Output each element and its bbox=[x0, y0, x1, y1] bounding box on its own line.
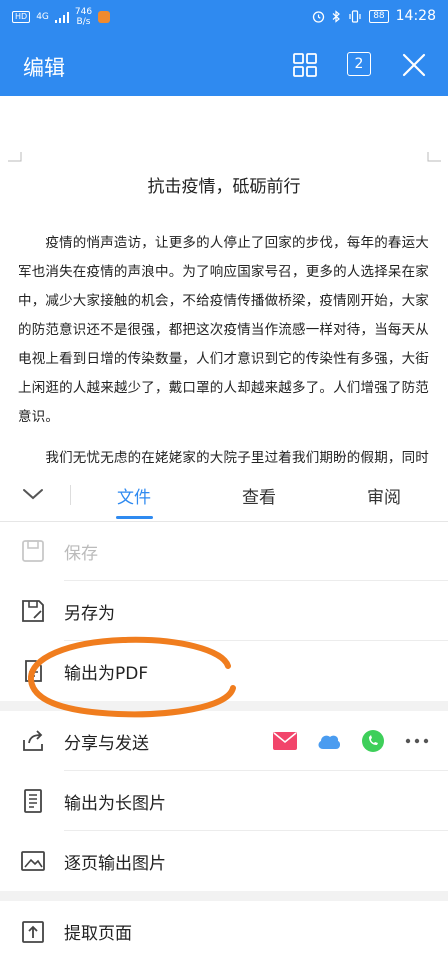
chevron-down-icon[interactable] bbox=[22, 485, 44, 503]
net-speed-unit: B/s bbox=[76, 17, 91, 27]
document-title: 抗击疫情，砥砺前行 bbox=[147, 177, 301, 197]
menu-item-export-long-image[interactable]: 输出为长图片 bbox=[0, 771, 448, 831]
clock: 14:28 bbox=[395, 8, 436, 24]
mail-icon[interactable] bbox=[272, 728, 298, 754]
menu-item-share[interactable]: 分享与发送 bbox=[0, 711, 448, 771]
file-menu-sheet: 文件 查看 审阅 保存 另存为 输出为PDF 分享与发送 输出为长图片 逐页输出… bbox=[0, 471, 448, 944]
menu-item-extract-pages[interactable]: 提取页面 bbox=[0, 901, 448, 961]
menu-item-export-long-image-label: 输出为长图片 bbox=[64, 794, 166, 814]
menu-item-export-page-images[interactable]: 逐页输出图片 bbox=[0, 831, 448, 891]
page-count-button[interactable]: 2 bbox=[347, 52, 371, 76]
notification-app-icon bbox=[98, 11, 111, 23]
save-icon bbox=[22, 540, 44, 562]
page-corner-mark-left bbox=[8, 152, 22, 162]
menu-item-export-pdf[interactable]: 输出为PDF bbox=[0, 641, 448, 701]
alarm-icon bbox=[313, 10, 325, 23]
menu-item-save-as-label: 另存为 bbox=[64, 604, 115, 624]
signal-icon bbox=[54, 11, 69, 23]
app-title: 编辑 bbox=[23, 56, 65, 80]
bluetooth-icon bbox=[332, 9, 341, 23]
section-gap bbox=[0, 891, 448, 901]
hd-badge: HD bbox=[12, 11, 31, 23]
cloud-icon[interactable] bbox=[316, 728, 342, 754]
menu-item-export-pdf-label: 输出为PDF bbox=[64, 664, 149, 684]
net-speed: 746 B/s bbox=[75, 7, 92, 27]
close-icon[interactable] bbox=[401, 52, 427, 78]
menu-item-extract-pages-label: 提取页面 bbox=[64, 924, 132, 944]
more-icon[interactable] bbox=[404, 728, 430, 754]
menu-item-save-label: 保存 bbox=[64, 544, 98, 564]
menu-item-export-page-images-label: 逐页输出图片 bbox=[64, 854, 166, 874]
whatsapp-icon[interactable] bbox=[360, 728, 386, 754]
app-bar: 编辑 2 bbox=[0, 34, 448, 96]
save-as-icon bbox=[22, 600, 44, 622]
long-image-icon bbox=[24, 789, 42, 813]
top-bar: HD 4G 746 B/s 88 14:28 编辑 2 bbox=[0, 0, 448, 96]
document-paragraph-1: 疫情的悄声造访，让更多的人停止了回家的步伐，每年的春运大军也消失在疫情的声浪中。… bbox=[18, 235, 429, 425]
status-bar: HD 4G 746 B/s 88 14:28 bbox=[0, 0, 448, 34]
tab-divider bbox=[70, 485, 71, 505]
page-corner-mark-right bbox=[427, 152, 441, 162]
document-paragraph-2: 我们无忧无虑的在姥姥家的大院子里过着我们期盼的假期，同时我 bbox=[45, 450, 429, 466]
net-speed-value: 746 bbox=[74, 7, 93, 17]
grid-view-icon[interactable] bbox=[292, 52, 318, 78]
network-label: 4G bbox=[36, 12, 49, 22]
page-count-label: 2 bbox=[354, 56, 364, 72]
export-pdf-icon bbox=[25, 660, 42, 682]
status-left: HD 4G 746 B/s bbox=[12, 7, 111, 27]
share-targets bbox=[272, 728, 430, 754]
tab-file[interactable]: 文件 bbox=[117, 483, 151, 508]
menu-item-save[interactable]: 保存 bbox=[0, 521, 448, 581]
menu-item-share-label: 分享与发送 bbox=[64, 734, 149, 754]
menu-item-save-as[interactable]: 另存为 bbox=[0, 581, 448, 641]
tab-view[interactable]: 查看 bbox=[242, 483, 276, 508]
battery-indicator: 88 bbox=[369, 9, 389, 23]
tab-review[interactable]: 审阅 bbox=[367, 483, 401, 508]
active-tab-indicator bbox=[116, 516, 153, 519]
tab-bar: 文件 查看 审阅 bbox=[0, 471, 448, 522]
extract-pages-icon bbox=[22, 921, 44, 943]
section-gap bbox=[0, 701, 448, 711]
share-icon bbox=[23, 730, 43, 751]
status-right: 88 14:28 bbox=[312, 8, 436, 24]
vibrate-icon bbox=[349, 9, 361, 23]
document-preview[interactable]: 抗击疫情，砥砺前行 疫情的悄声造访，让更多的人停止了回家的步伐，每年的春运大军也… bbox=[0, 96, 448, 471]
image-icon bbox=[21, 851, 45, 871]
